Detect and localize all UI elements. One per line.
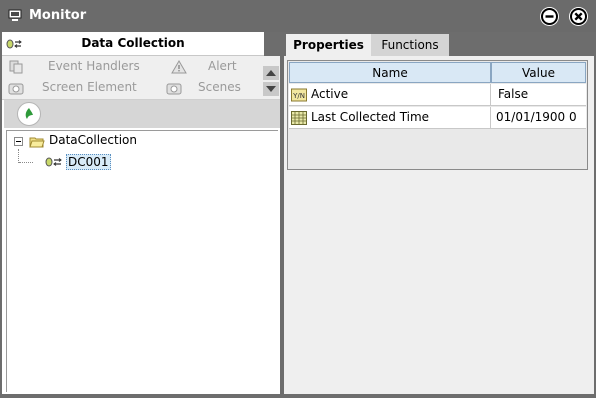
boolean-icon: Y/N xyxy=(291,88,307,102)
name-cell: Last Collected Time xyxy=(289,107,491,129)
tab-bar: Properties Functions xyxy=(284,32,594,56)
property-name: Active xyxy=(311,87,349,101)
title-bar: Monitor xyxy=(0,0,596,32)
alert-icon xyxy=(171,60,187,74)
screen-element-tool[interactable]: Screen Element xyxy=(8,79,148,97)
tab-data-collection[interactable]: Data Collection xyxy=(2,32,264,56)
tree-view: DataCollection DC001 xyxy=(6,130,278,392)
property-name: Last Collected Time xyxy=(311,110,430,124)
collapse-toggle[interactable] xyxy=(14,137,23,146)
event-handlers-label: Event Handlers xyxy=(48,59,140,73)
left-panel: Data Collection Event Handlers Alert Scr… xyxy=(2,32,280,394)
event-handlers-tool[interactable]: Event Handlers xyxy=(8,58,148,76)
tab-functions[interactable]: Functions xyxy=(371,34,449,56)
column-header-label: Value xyxy=(522,66,555,80)
toolbox-scroll-down-button[interactable] xyxy=(263,82,279,96)
toolbox-scroll-up-button[interactable] xyxy=(263,66,279,80)
event-handler-icon xyxy=(9,60,23,74)
tree-toolbar xyxy=(4,100,280,128)
window-title: Monitor xyxy=(29,8,87,23)
value-cell[interactable]: False xyxy=(492,84,586,106)
table-row[interactable]: Y/N Active False xyxy=(289,84,586,106)
tree-connector xyxy=(18,149,19,163)
screen-element-label: Screen Element xyxy=(42,80,137,94)
tab-functions-label: Functions xyxy=(381,38,439,52)
refresh-icon xyxy=(21,106,37,122)
refresh-button[interactable] xyxy=(17,102,41,126)
tree-node-dc001[interactable]: DC001 xyxy=(33,153,153,171)
folder-open-icon xyxy=(29,137,45,148)
svg-text:Y/N: Y/N xyxy=(292,92,305,100)
column-header-name[interactable]: Name xyxy=(289,62,491,83)
tree-node-datacollection[interactable]: DataCollection xyxy=(7,131,207,149)
alert-tool[interactable]: Alert xyxy=(171,58,251,76)
property-value: 01/01/1900 0 xyxy=(496,110,577,124)
toolbox: Event Handlers Alert Screen Element Scen… xyxy=(2,56,280,100)
right-panel: Properties Functions Name Value Y/N Acti… xyxy=(284,32,594,394)
camera-icon xyxy=(8,83,24,95)
alert-label: Alert xyxy=(208,59,237,73)
column-header-label: Name xyxy=(372,66,408,80)
close-icon xyxy=(570,8,587,25)
tree-node-label: DC001 xyxy=(66,154,111,170)
scenes-label: Scenes xyxy=(198,80,241,94)
caret-down-icon xyxy=(266,86,276,92)
tree-node-label: DataCollection xyxy=(49,133,138,147)
tree-connector xyxy=(19,162,33,163)
value-cell[interactable]: 01/01/1900 0 xyxy=(492,107,586,129)
monitor-icon xyxy=(8,9,22,21)
property-value: False xyxy=(498,87,529,101)
tab-label: Data Collection xyxy=(81,36,185,50)
name-cell: Y/N Active xyxy=(289,84,491,106)
camera-icon xyxy=(166,83,182,95)
tab-strip-spacer xyxy=(264,32,280,56)
caret-up-icon xyxy=(266,70,276,76)
scenes-tool[interactable]: Scenes xyxy=(166,79,251,97)
column-header-value[interactable]: Value xyxy=(491,62,586,83)
data-collection-icon xyxy=(45,157,62,167)
tab-properties[interactable]: Properties xyxy=(286,34,371,56)
datetime-icon xyxy=(291,111,307,125)
tab-properties-label: Properties xyxy=(293,38,364,52)
minimize-button[interactable] xyxy=(540,7,559,26)
close-button[interactable] xyxy=(569,7,588,26)
properties-grid: Name Value Y/N Active False Last Collect… xyxy=(287,60,588,170)
table-row[interactable]: Last Collected Time 01/01/1900 0 xyxy=(289,107,586,129)
minus-icon xyxy=(541,8,558,25)
